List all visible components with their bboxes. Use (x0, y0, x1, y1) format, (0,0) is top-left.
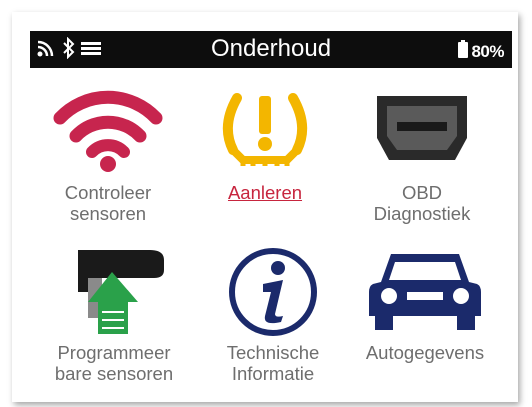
tile-label-line1: Technische (226, 342, 320, 363)
status-bar: Onderhoud 80% (30, 31, 512, 68)
tile-label-line1: Controleer (64, 182, 152, 203)
info-icon (206, 246, 340, 336)
wifi-icon (38, 88, 178, 172)
tile-obd-diagnostiek[interactable]: OBD Diagnostiek (352, 88, 492, 224)
obd-connector-icon (352, 88, 492, 172)
tpms-warning-icon (200, 88, 330, 172)
battery-indicator: 80% (457, 40, 504, 63)
tile-label-line1: Aanleren (227, 182, 303, 203)
tile-aanleren[interactable]: Aanleren (200, 88, 330, 203)
tile-label-line1: Programmeer (57, 342, 171, 363)
tile-programmeerbare-sensoren[interactable]: Programmeer bare sensoren (34, 246, 194, 384)
tile-controleer-sensoren[interactable]: Controleer sensoren (38, 88, 178, 224)
program-sensor-icon (34, 246, 194, 336)
tile-autogegevens[interactable]: Autogegevens (350, 246, 500, 363)
tile-label-line2: Diagnostiek (373, 203, 471, 224)
tile-technische-informatie[interactable]: Technische Informatie (206, 246, 340, 384)
tile-label-line2: sensoren (69, 203, 147, 224)
battery-label: 80% (471, 41, 504, 61)
car-icon (350, 246, 500, 336)
tile-label-line2: bare sensoren (54, 363, 174, 384)
battery-icon (457, 40, 469, 63)
tile-label-line2: Informatie (231, 363, 315, 384)
tile-label-line1: OBD (401, 182, 443, 203)
page-title: Onderhoud (210, 35, 332, 62)
tile-label-line1: Autogegevens (365, 342, 485, 363)
